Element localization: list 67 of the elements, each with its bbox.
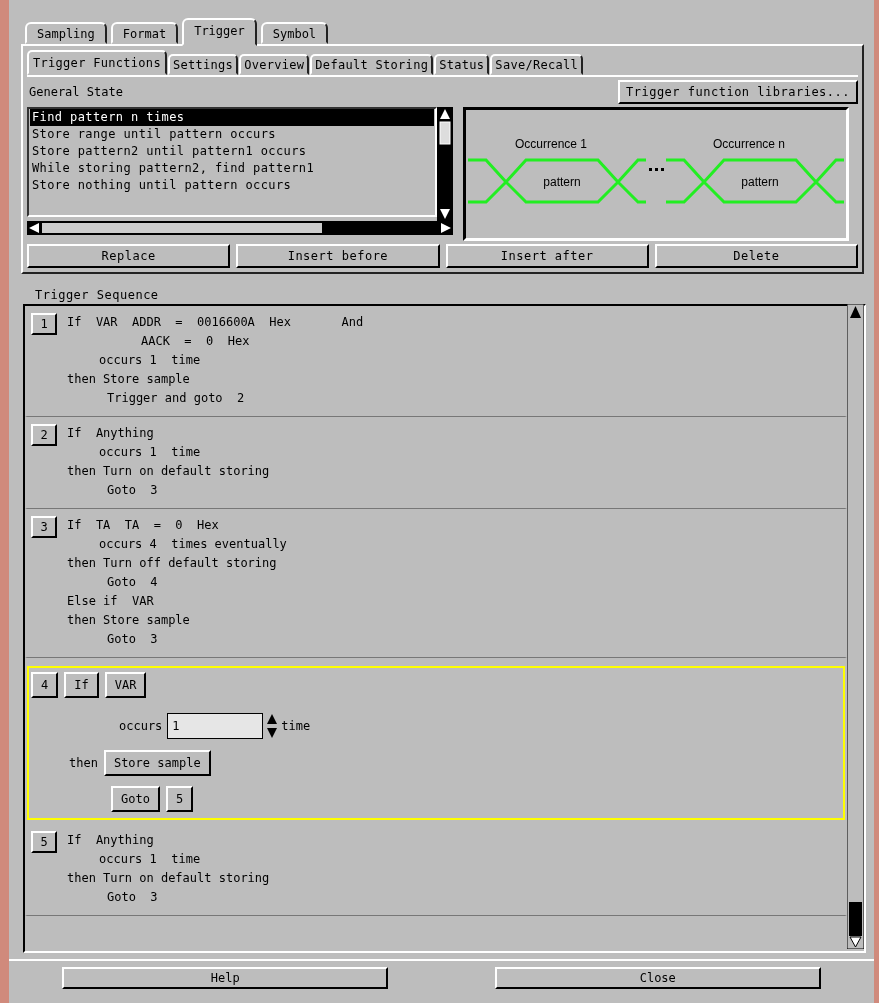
- list-item[interactable]: Find pattern n times: [30, 109, 434, 126]
- step-text: then Turn on default storing: [67, 464, 270, 478]
- step-text: occurs 1 time: [99, 852, 201, 866]
- target-button[interactable]: 5: [165, 786, 194, 812]
- step-text: If Anything: [67, 833, 154, 847]
- list-item[interactable]: Store pattern2 until pattern1 occurs: [30, 143, 434, 160]
- pattern-label: pattern: [741, 175, 779, 189]
- pattern-label: pattern: [543, 175, 581, 189]
- footer-button[interactable]: Help: [62, 967, 389, 989]
- scrollbar[interactable]: [847, 304, 864, 949]
- condition-button[interactable]: VAR: [104, 672, 147, 698]
- occurrence-label: Occurrence 1: [515, 137, 587, 151]
- step-text: If TA TA = 0 Hex: [67, 518, 219, 532]
- action-button[interactable]: Store sample: [103, 750, 211, 776]
- footer-button[interactable]: Close: [494, 967, 821, 989]
- step-text: Goto 3: [107, 890, 158, 904]
- step-text: Goto 3: [107, 632, 158, 646]
- tab[interactable]: Default Storing: [310, 54, 434, 75]
- scrollbar[interactable]: [437, 107, 453, 221]
- field-label: time: [281, 719, 311, 733]
- step-number-button[interactable]: 5: [31, 831, 57, 853]
- step-text: If VAR ADDR = 0016600A Hex And: [67, 315, 364, 329]
- tab[interactable]: Settings: [167, 54, 239, 75]
- ellipsis-icon: [649, 168, 664, 171]
- spinner-icon[interactable]: [265, 712, 280, 740]
- tab[interactable]: Status: [434, 54, 490, 75]
- field-label: occurs: [119, 719, 163, 733]
- step-text: occurs 4 times eventually: [99, 537, 287, 551]
- step-number-button[interactable]: 2: [31, 424, 57, 446]
- tab[interactable]: Sampling: [25, 22, 107, 44]
- count-field[interactable]: 1: [167, 713, 264, 739]
- step-text: AACK = 0 Hex: [141, 334, 250, 348]
- action-button[interactable]: Insert after: [445, 244, 649, 268]
- field-label: then: [69, 756, 98, 770]
- step-text: Goto 3: [107, 483, 158, 497]
- step-number-button[interactable]: 3: [31, 516, 57, 538]
- libraries-button[interactable]: Trigger function libraries...: [618, 80, 858, 104]
- tab[interactable]: Symbol: [260, 22, 329, 44]
- section-label: General State: [29, 85, 123, 99]
- step-text: occurs 1 time: [99, 445, 201, 459]
- step-number-button[interactable]: 1: [31, 313, 57, 335]
- tab[interactable]: Trigger Functions: [27, 50, 167, 75]
- step-text: Trigger and goto 2: [107, 391, 245, 405]
- occurrence-label: Occurrence n: [713, 137, 785, 151]
- step-text: then Store sample: [67, 372, 190, 386]
- tab[interactable]: Trigger: [182, 18, 257, 46]
- step-text: occurs 1 time: [99, 353, 201, 367]
- list-item[interactable]: Store nothing until pattern occurs: [30, 177, 434, 194]
- list-item[interactable]: While storing pattern2, find pattern1: [30, 160, 434, 177]
- action-button[interactable]: Replace: [27, 244, 231, 268]
- goto-button[interactable]: Goto: [111, 786, 160, 812]
- tab[interactable]: Overview: [239, 54, 310, 75]
- tab[interactable]: Format: [110, 22, 179, 44]
- action-button[interactable]: Delete: [654, 244, 858, 268]
- step-text: If Anything: [67, 426, 154, 440]
- step-text: then Turn off default storing: [67, 556, 277, 570]
- step-text: then Turn on default storing: [67, 871, 270, 885]
- action-button[interactable]: Insert before: [236, 244, 440, 268]
- section-label: Trigger Sequence: [35, 288, 159, 302]
- step-text: Else if VAR: [67, 594, 154, 608]
- scrollbar[interactable]: [27, 221, 453, 235]
- step-text: Goto 4: [107, 575, 158, 589]
- step-text: then Store sample: [67, 613, 190, 627]
- if-button[interactable]: If: [64, 672, 99, 698]
- list-item[interactable]: Store range until pattern occurs: [30, 126, 434, 143]
- tab[interactable]: Save/Recall: [490, 54, 584, 75]
- step-number-button[interactable]: 4: [31, 672, 59, 698]
